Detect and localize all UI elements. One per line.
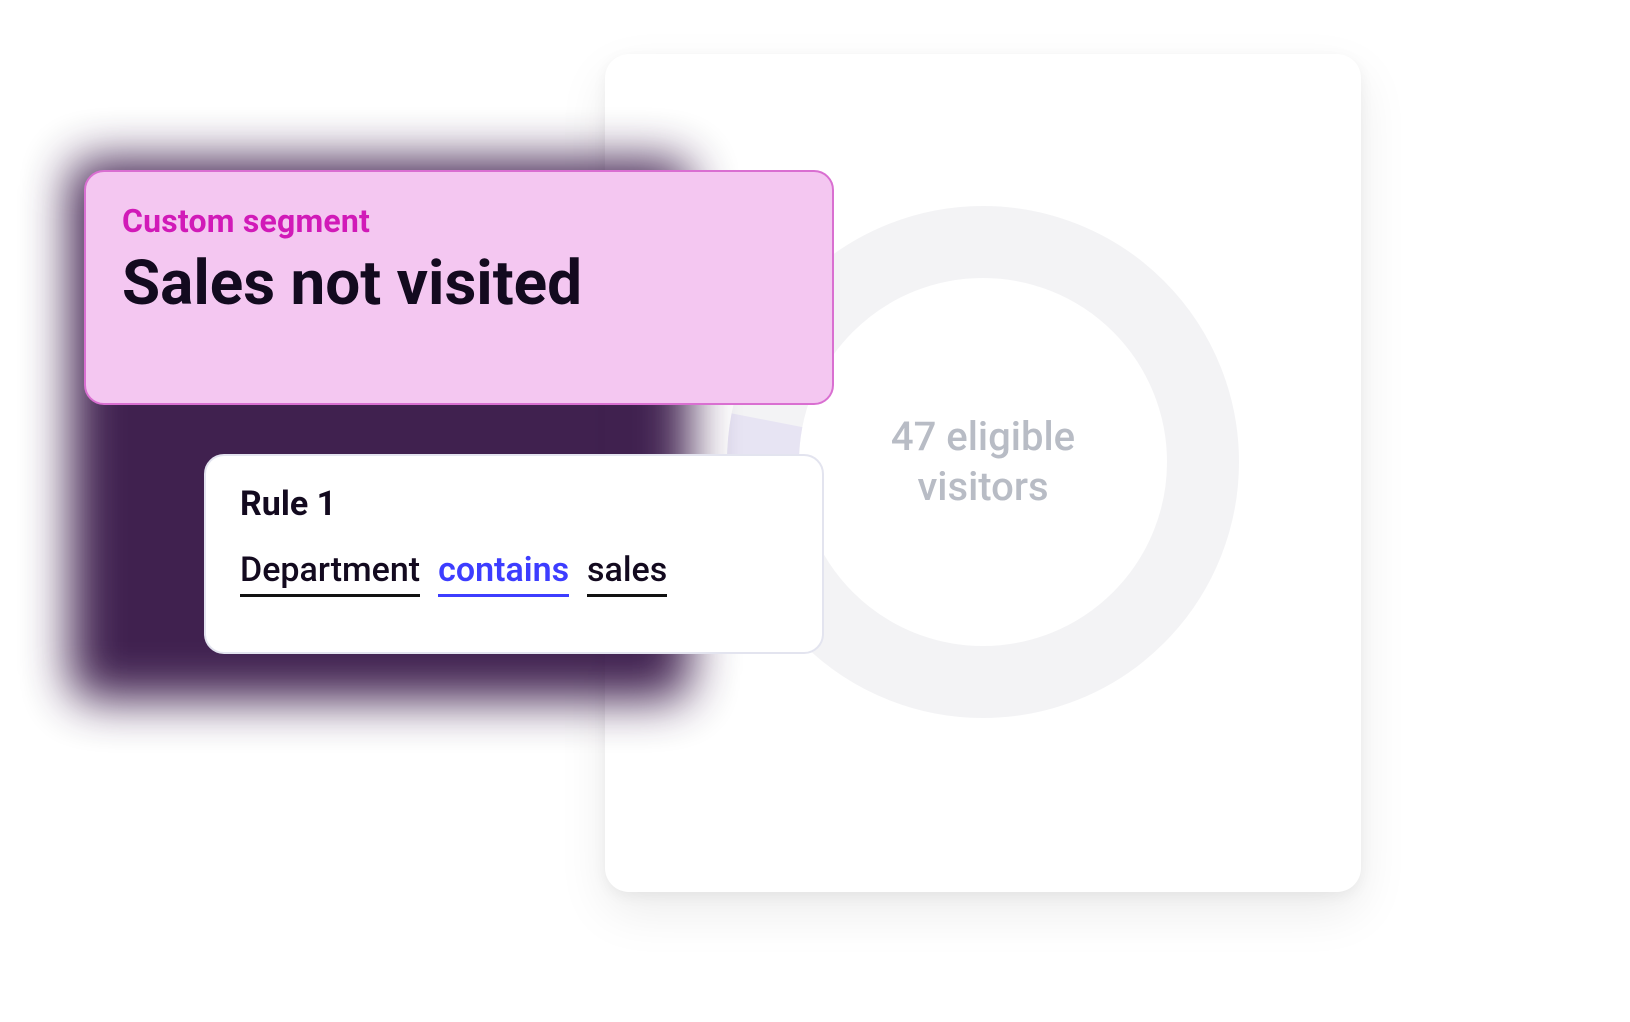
segment-eyebrow: Custom segment (122, 202, 796, 240)
eligible-visitors-label: 47 eligible visitors (891, 412, 1075, 512)
rule-operator-token[interactable]: contains (438, 550, 569, 597)
rule-title: Rule 1 (240, 484, 788, 524)
eligible-visitors-line2: visitors (891, 462, 1075, 512)
rule-expression: Department contains sales (240, 550, 788, 597)
eligible-visitors-line1: 47 eligible (891, 412, 1075, 462)
segment-title: Sales not visited (122, 250, 796, 318)
rule-field-token[interactable]: Department (240, 550, 420, 597)
rule-value-token[interactable]: sales (587, 550, 667, 597)
segment-card[interactable]: Custom segment Sales not visited (84, 170, 834, 405)
rule-card[interactable]: Rule 1 Department contains sales (204, 454, 824, 654)
